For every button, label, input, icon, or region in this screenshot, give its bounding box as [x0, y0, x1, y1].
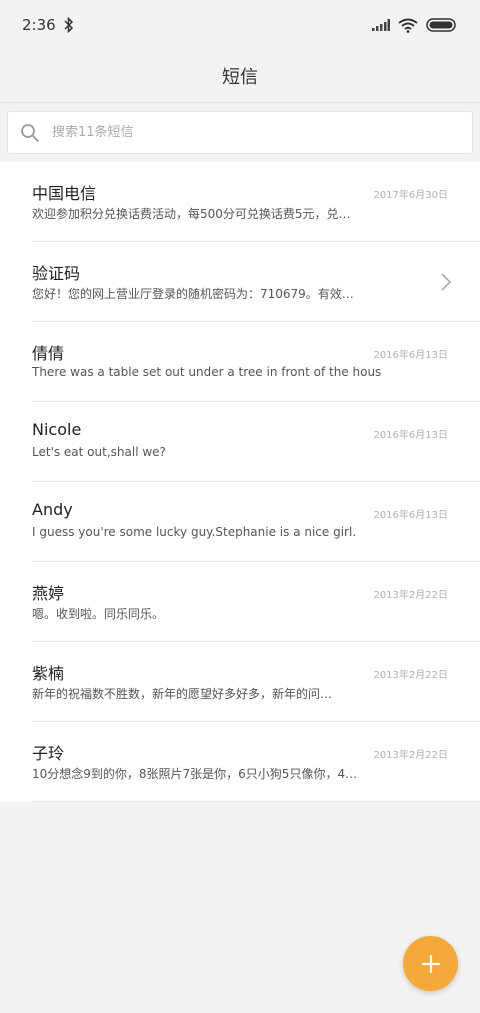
conversation-name: 中国电信: [32, 184, 97, 203]
conversation-preview: There was a table set out under a tree i…: [32, 365, 382, 379]
conversation-preview: 您好！您的网上营业厅登录的随机密码为：710679。有效…: [32, 287, 354, 301]
conversation-item[interactable]: 验证码 您好！您的网上营业厅登录的随机密码为：710679。有效…: [32, 242, 480, 322]
conversation-preview: 新年的祝福数不胜数，新年的愿望好多好多，新年的问…: [32, 687, 333, 701]
conversation-item[interactable]: 中国电信 2017年6月30日 欢迎参加积分兑换话费活动，每500分可兑换话费5…: [32, 162, 480, 242]
page-title: 短信: [222, 67, 258, 88]
conversation-list: 中国电信 2017年6月30日 欢迎参加积分兑换话费活动，每500分可兑换话费5…: [0, 162, 480, 802]
conversation-name: 紫楠: [32, 664, 65, 683]
conversation-preview: 10分想念9到的你，8张照片7张是你，6只小狗5只像你，4…: [32, 767, 358, 781]
conversation-date: 2017年6月30日: [373, 190, 448, 201]
header: 短信: [0, 50, 480, 102]
conversation-preview: 欢迎参加积分兑换话费活动，每500分可兑换话费5元，兑…: [32, 207, 351, 221]
conversation-name: 验证码: [32, 264, 81, 283]
status-right: [372, 18, 458, 33]
conversation-date: 2016年6月13日: [373, 430, 448, 441]
conversation-name: 倩倩: [32, 344, 65, 363]
conversation-item[interactable]: Nicole 2016年6月13日 Let's eat out,shall we…: [32, 402, 480, 482]
conversation-name: Nicole: [32, 420, 82, 439]
search-icon: [21, 123, 39, 142]
status-time: 2:36: [22, 16, 56, 34]
conversation-preview: Let's eat out,shall we?: [32, 445, 166, 459]
status-bar: 2:36: [0, 0, 480, 50]
search-input[interactable]: [52, 125, 472, 140]
battery-icon: [426, 18, 456, 32]
conversation-date: 2013年2月22日: [373, 750, 448, 761]
conversation-preview: I guess you're some lucky guy.Stephanie …: [32, 525, 357, 539]
signal-icon: [372, 19, 390, 31]
header-divider: [0, 102, 480, 103]
search-box[interactable]: [7, 111, 473, 154]
conversation-item[interactable]: 燕婷 2013年2月22日 嗯。收到啦。同乐同乐。: [32, 562, 480, 642]
conversation-name: Andy: [32, 500, 73, 519]
conversation-name: 燕婷: [32, 584, 65, 603]
conversation-date: 2013年2月22日: [373, 670, 448, 681]
conversation-item[interactable]: 子玲 2013年2月22日 10分想念9到的你，8张照片7张是你，6只小狗5只像…: [32, 722, 480, 802]
bluetooth-icon: [64, 17, 73, 33]
new-message-button[interactable]: [403, 936, 458, 991]
chevron-right-icon[interactable]: [440, 272, 452, 292]
conversation-date: 2016年6月13日: [373, 510, 448, 521]
conversation-name: 子玲: [32, 744, 65, 763]
conversation-date: 2016年6月13日: [373, 350, 448, 361]
wifi-icon: [398, 18, 418, 33]
conversation-preview: 嗯。收到啦。同乐同乐。: [32, 607, 165, 621]
conversation-item[interactable]: 紫楠 2013年2月22日 新年的祝福数不胜数，新年的愿望好多好多，新年的问…: [32, 642, 480, 722]
status-left: 2:36: [22, 16, 74, 34]
conversation-date: 2013年2月22日: [373, 590, 448, 601]
conversation-item[interactable]: 倩倩 2016年6月13日 There was a table set out …: [32, 322, 480, 402]
plus-icon: [421, 954, 440, 973]
conversation-item[interactable]: Andy 2016年6月13日 I guess you're some luck…: [32, 482, 480, 562]
